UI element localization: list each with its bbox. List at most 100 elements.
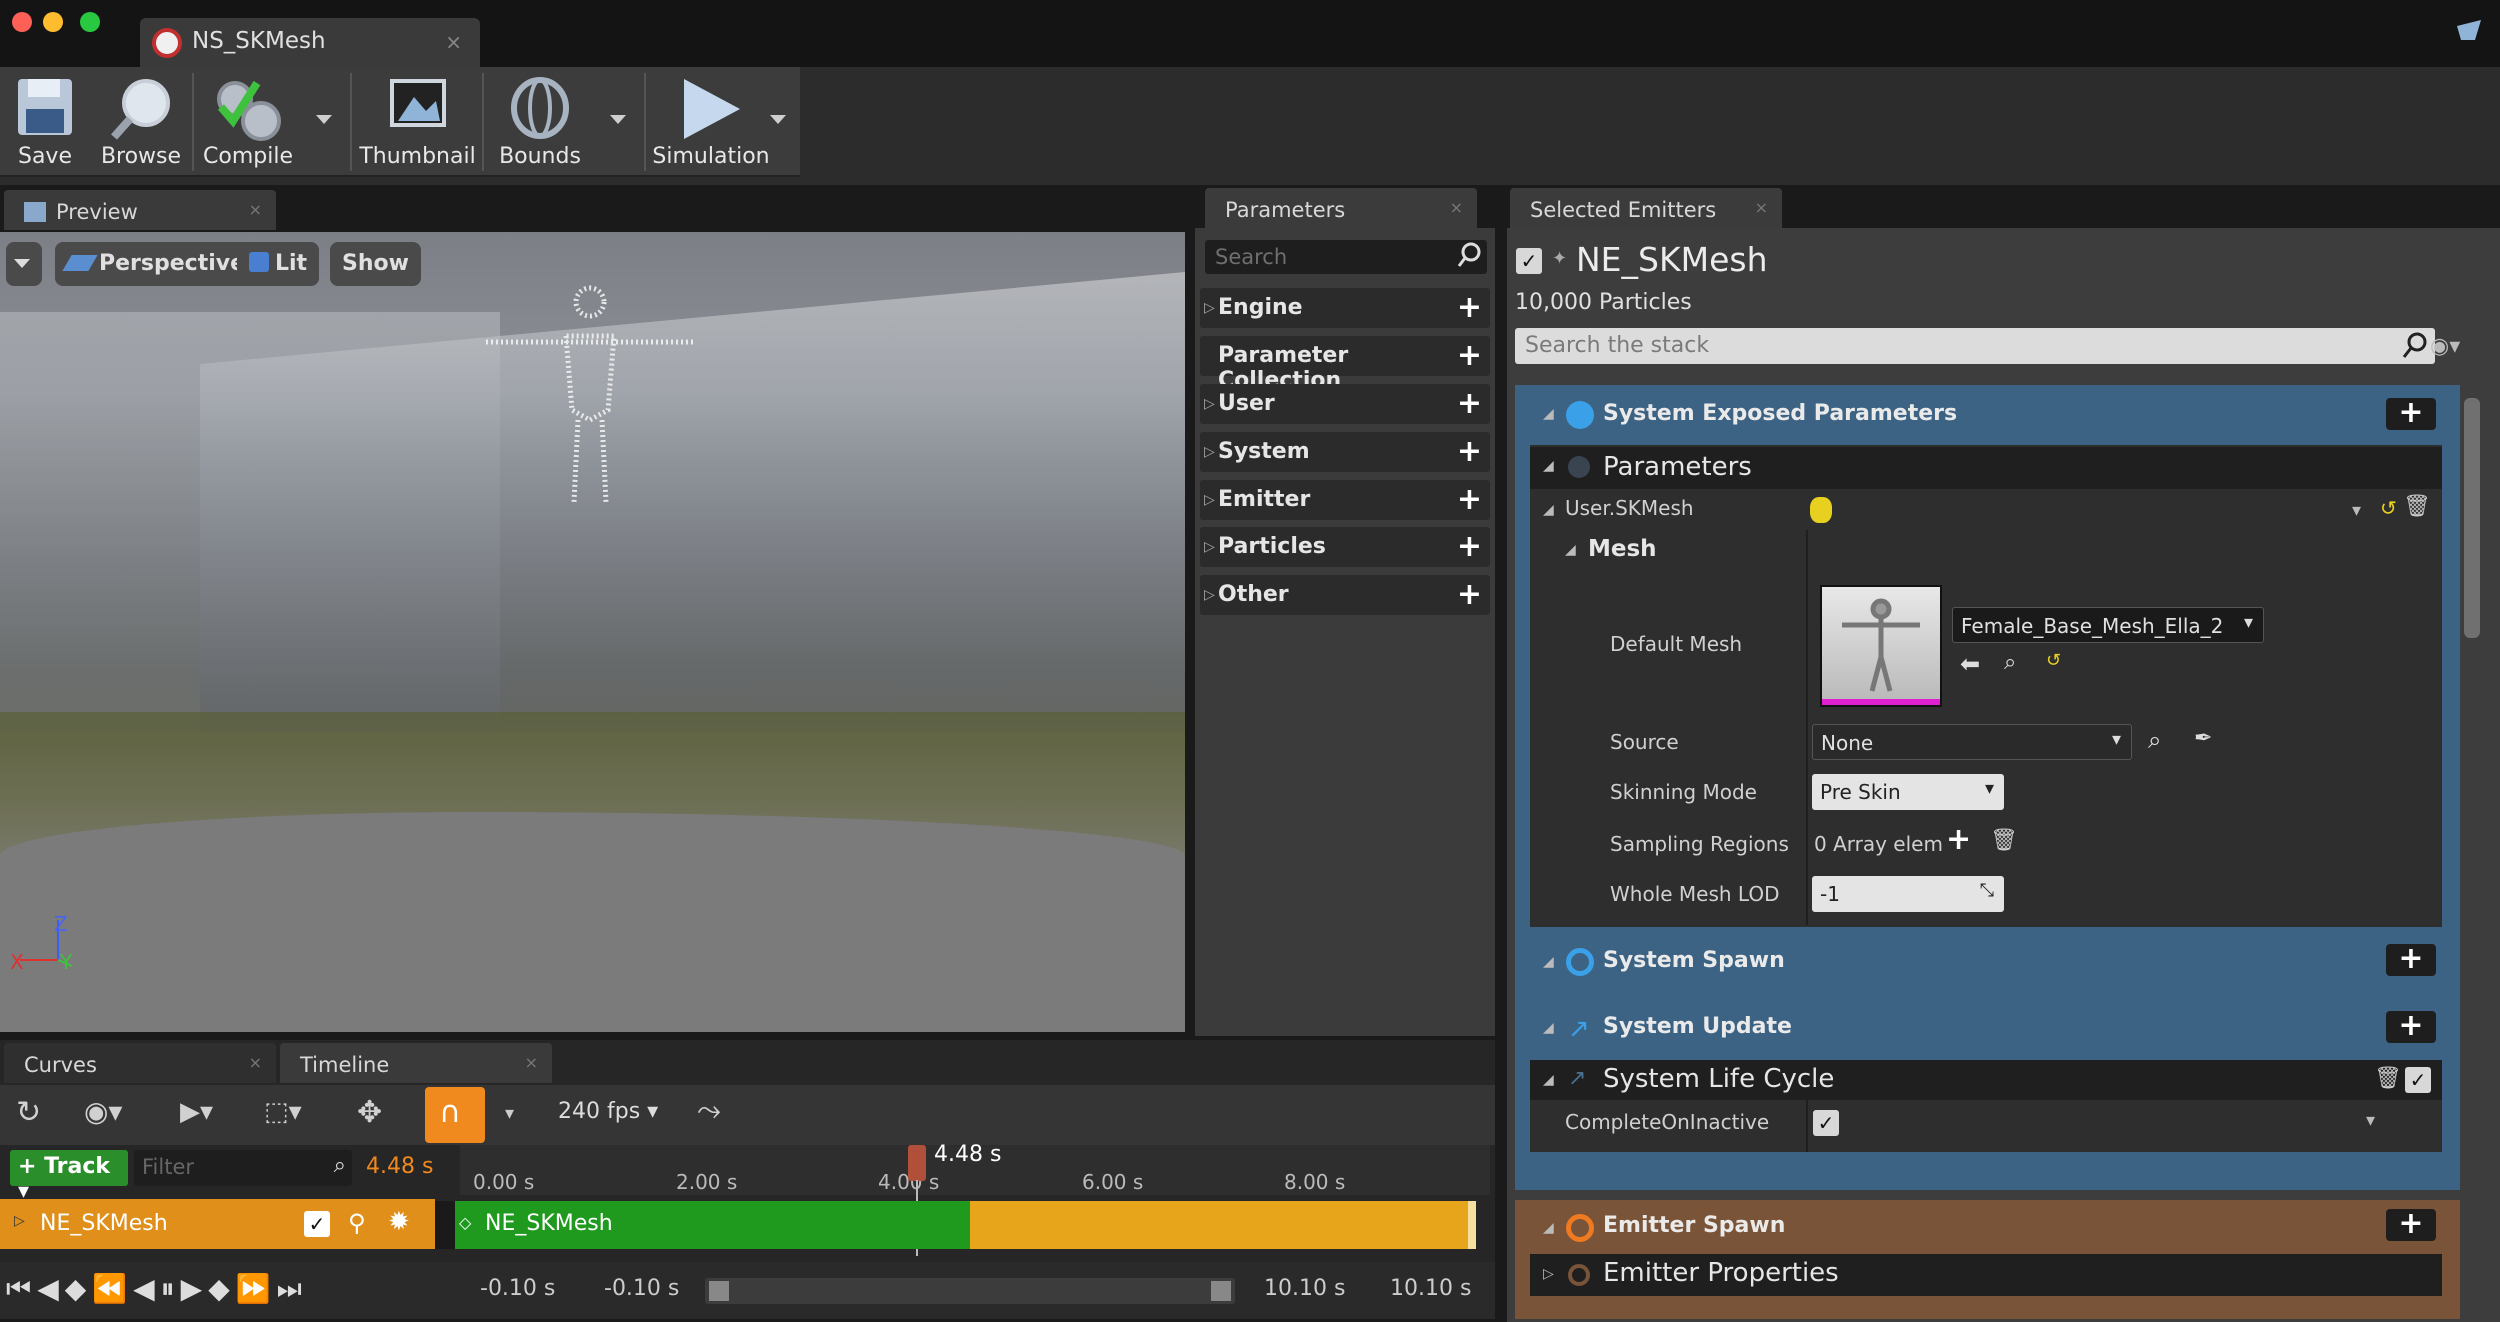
fps-dropdown[interactable]: 240 fps ▾ — [558, 1099, 658, 1124]
track-row-ne-skmesh[interactable]: ▷ NE_SKMesh ✓ ⚲ ✹ — [0, 1199, 435, 1249]
eyedropper-icon[interactable]: ✒ — [2194, 726, 2212, 751]
selection-mode-icon[interactable]: ⬚▾ — [264, 1097, 302, 1127]
chevron-down-icon[interactable]: ▾ — [2366, 1110, 2375, 1131]
complete-on-inactive-checkbox[interactable]: ✓ — [1813, 1110, 1839, 1136]
view-range-end[interactable]: 10.10 s — [1390, 1276, 1471, 1301]
parameters-search-input[interactable]: Search — [1205, 240, 1487, 274]
add-exposed-param-button[interactable]: + — [2386, 398, 2436, 430]
minimize-window-button[interactable] — [43, 12, 63, 32]
section-end-handle[interactable] — [1468, 1201, 1476, 1249]
loop-icon[interactable]: ↻ — [16, 1095, 41, 1130]
reset-arrow-icon[interactable]: ↺ — [2380, 496, 2397, 520]
collapse-arrow[interactable]: ◢ — [1543, 458, 1554, 474]
show-button[interactable]: Show — [330, 242, 421, 286]
stack-scrollbar[interactable] — [2464, 398, 2480, 638]
browse-actor-icon[interactable]: ⌕ — [2148, 726, 2161, 754]
close-tab-icon[interactable]: × — [525, 1053, 538, 1072]
param-category-other[interactable]: ▷ Other + — [1200, 575, 1490, 615]
whole-mesh-lod-input[interactable]: -1 ⤡ — [1812, 876, 2004, 912]
timeline-range-scrollbar[interactable] — [705, 1278, 1235, 1304]
emitter-section-remaining[interactable] — [970, 1201, 1475, 1249]
collapse-arrow[interactable]: ◢ — [1543, 954, 1554, 970]
emitter-section-active[interactable]: ◇ NE_SKMesh — [455, 1201, 970, 1249]
add-parameter-icon[interactable]: + — [1457, 529, 1482, 564]
simulation-button[interactable]: Simulation — [648, 67, 774, 177]
tab-preview[interactable]: Preview × — [4, 190, 276, 230]
current-time-display[interactable]: 4.48 s — [366, 1154, 433, 1179]
playhead-handle[interactable] — [908, 1145, 926, 1181]
perspective-button[interactable]: Perspective — [55, 242, 258, 286]
delete-module-trash-icon[interactable]: 🗑 — [2374, 1066, 2402, 1091]
keyframe-diamond-icon[interactable]: ◇ — [459, 1213, 471, 1232]
add-parameter-icon[interactable]: + — [1457, 482, 1482, 517]
add-parameter-icon[interactable]: + — [1457, 290, 1482, 325]
stack-search-input[interactable]: Search the stack — [1515, 328, 2435, 364]
visibility-eye-icon[interactable]: ◉▾ — [2430, 334, 2460, 359]
pin-icon[interactable]: ✦ — [1552, 248, 1567, 269]
save-button[interactable]: Save — [0, 67, 90, 177]
collapse-arrow[interactable]: ◢ — [1543, 406, 1554, 422]
add-element-icon[interactable]: + — [1946, 822, 1971, 857]
add-parameter-icon[interactable]: + — [1457, 338, 1482, 373]
browse-asset-icon[interactable]: ⌕ — [2004, 650, 2016, 675]
thumbnail-button[interactable]: Thumbnail — [355, 67, 480, 177]
module-enabled-checkbox[interactable]: ✓ — [2405, 1067, 2431, 1093]
add-system-update-module-button[interactable]: + — [2386, 1011, 2436, 1043]
viewport-options-dropdown[interactable] — [6, 242, 42, 286]
track-filter-input[interactable]: Filter ⌕ — [134, 1150, 352, 1186]
maximize-window-button[interactable] — [80, 12, 100, 32]
solo-sun-icon[interactable]: ✹ — [388, 1207, 410, 1237]
param-category-user[interactable]: ▷ User + — [1200, 384, 1490, 424]
close-tab-icon[interactable]: × — [445, 30, 462, 54]
param-category-engine[interactable]: ▷ Engine + — [1200, 288, 1490, 328]
close-tab-icon[interactable]: × — [1450, 198, 1463, 217]
browse-button[interactable]: Browse — [92, 67, 190, 177]
delete-trash-icon[interactable]: 🗑 — [2403, 494, 2431, 519]
snap-toggle[interactable]: ∩ — [425, 1087, 485, 1143]
collapse-arrow[interactable]: ◢ — [1543, 1020, 1554, 1036]
param-category-system[interactable]: ▷ System + — [1200, 432, 1490, 472]
close-tab-icon[interactable]: × — [249, 200, 262, 219]
tab-selected-emitters[interactable]: Selected Emitters × — [1510, 188, 1782, 228]
chevron-down-icon[interactable]: ▾ — [2352, 500, 2361, 521]
document-tab[interactable]: NS_SKMesh × — [140, 18, 480, 68]
tab-curves[interactable]: Curves × — [4, 1043, 276, 1083]
expand-arrow[interactable]: ▷ — [1543, 1266, 1554, 1282]
collapse-arrow[interactable]: ◢ — [1543, 502, 1554, 518]
add-parameter-icon[interactable]: + — [1457, 386, 1482, 421]
range-end-handle[interactable] — [1211, 1281, 1231, 1301]
track-enabled-checkbox[interactable]: ✓ — [304, 1211, 330, 1237]
playback-options-icon[interactable]: ▶▾ — [180, 1097, 213, 1127]
tab-timeline[interactable]: Timeline × — [280, 1043, 552, 1083]
expand-arrow[interactable]: ▷ — [14, 1213, 25, 1229]
view-options-eye-icon[interactable]: ◉▾ — [84, 1095, 123, 1128]
close-tab-icon[interactable]: × — [249, 1053, 262, 1072]
close-window-button[interactable] — [12, 12, 32, 32]
add-emitter-spawn-module-button[interactable]: + — [2386, 1209, 2436, 1241]
compile-button[interactable]: Compile — [196, 67, 300, 177]
bounds-options-dropdown[interactable] — [610, 115, 626, 124]
collapse-arrow[interactable]: ◢ — [1543, 1072, 1554, 1088]
add-system-spawn-module-button[interactable]: + — [2386, 944, 2436, 976]
default-mesh-dropdown[interactable]: Female_Base_Mesh_Ella_2 ▾ — [1952, 607, 2264, 643]
reset-arrow-icon[interactable]: ↺ — [2046, 650, 2061, 671]
playback-range-end[interactable]: 10.10 s — [1264, 1276, 1345, 1301]
collapse-arrow[interactable]: ◢ — [1565, 542, 1576, 558]
lit-button[interactable]: Lit — [237, 242, 320, 286]
transport-controls[interactable]: ⏮◀◆⏪◀⏸▶◆⏩⏭ — [6, 1272, 308, 1306]
tab-parameters[interactable]: Parameters × — [1205, 188, 1477, 228]
playback-range-start[interactable]: -0.10 s — [604, 1276, 679, 1301]
add-track-button[interactable]: + Track ▾ — [10, 1150, 128, 1204]
snap-options-dropdown[interactable]: ▾ — [505, 1103, 514, 1124]
isolate-icon[interactable]: ⚲ — [348, 1209, 366, 1237]
param-category-parameter-collection[interactable]: Parameter Collection + — [1200, 336, 1490, 393]
skinning-mode-dropdown[interactable]: Pre Skin ▾ — [1812, 774, 2004, 810]
param-category-emitter[interactable]: ▷ Emitter + — [1200, 480, 1490, 520]
transform-icon[interactable]: ✥ — [357, 1095, 382, 1130]
close-tab-icon[interactable]: × — [1755, 198, 1768, 217]
collapse-arrow[interactable]: ◢ — [1543, 1220, 1554, 1236]
bounds-button[interactable]: Bounds — [486, 67, 594, 177]
simulation-options-dropdown[interactable] — [770, 115, 786, 124]
curve-editor-icon[interactable]: ⤳ — [697, 1093, 721, 1128]
param-category-particles[interactable]: ▷ Particles + — [1200, 527, 1490, 567]
